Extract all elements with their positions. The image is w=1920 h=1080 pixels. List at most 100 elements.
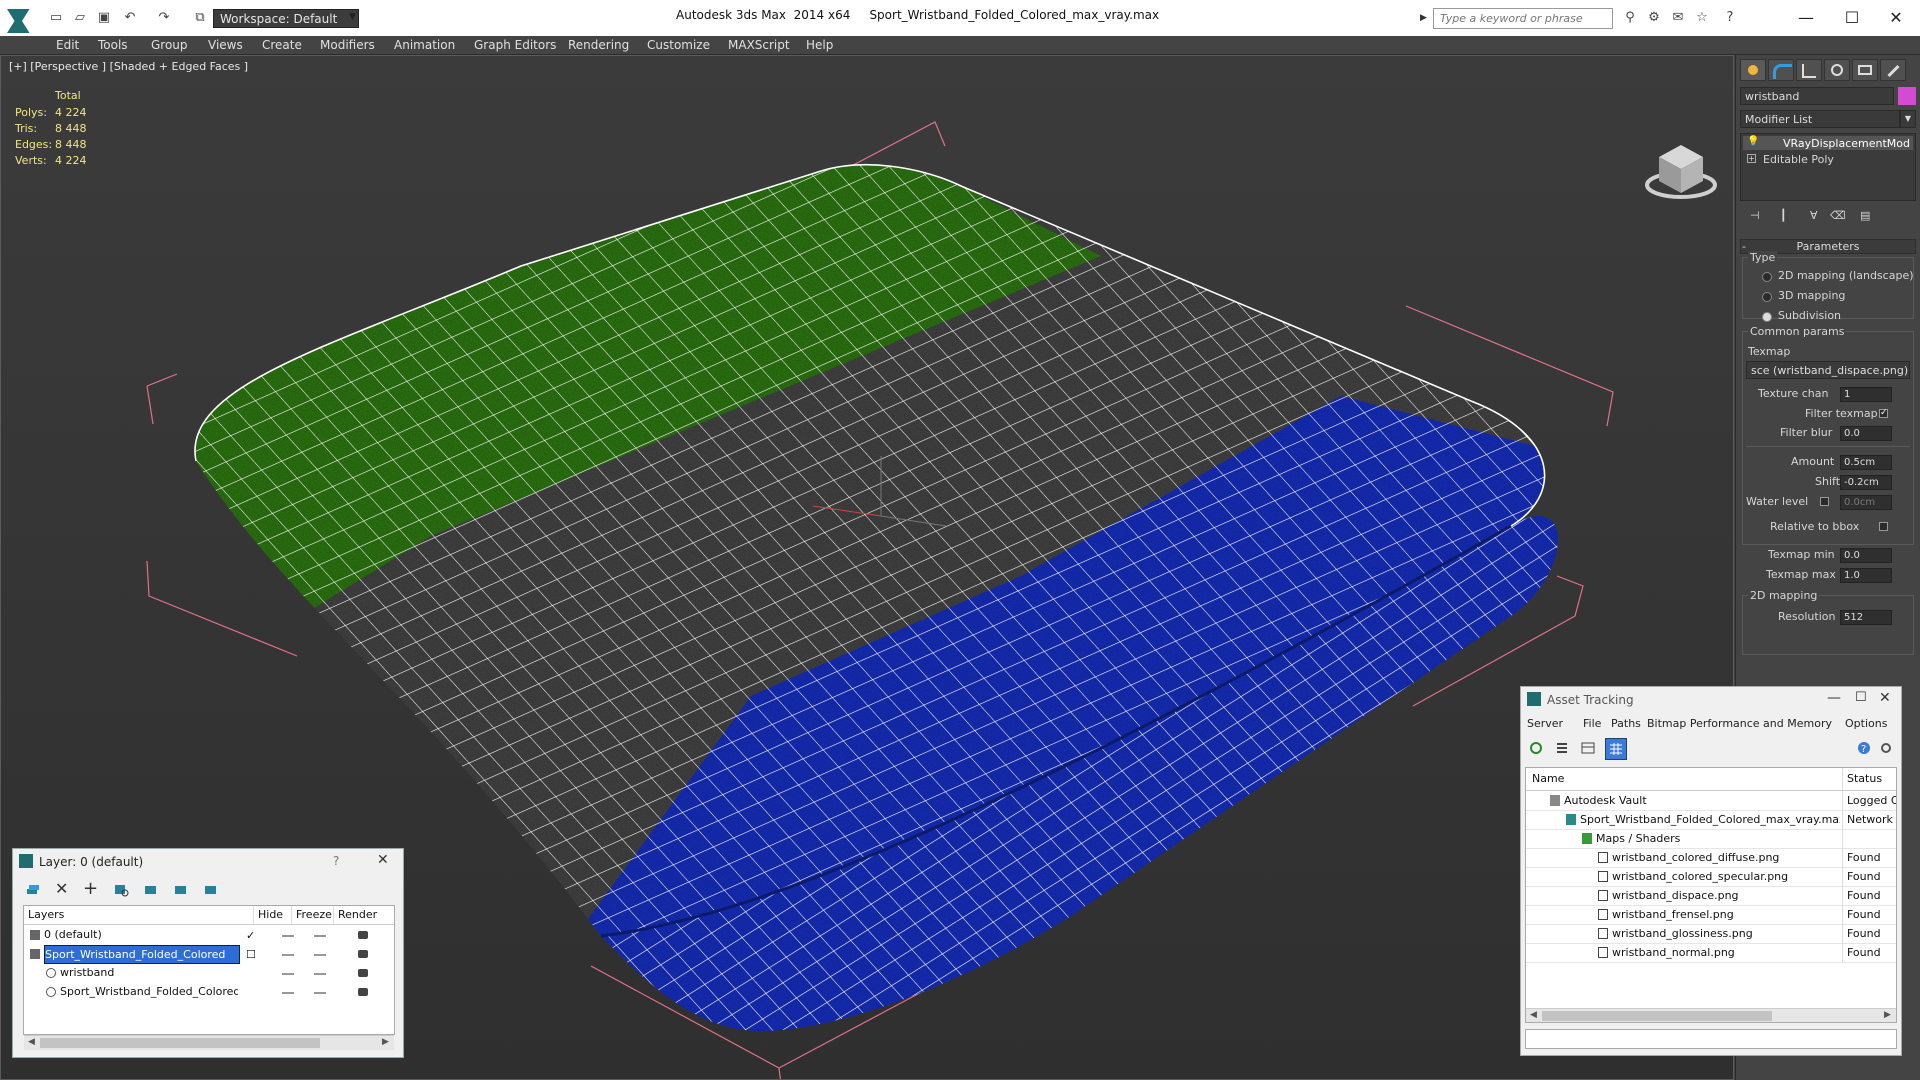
help-icon[interactable]: ? <box>1722 10 1738 26</box>
search-input[interactable]: Type a keyword or phrase <box>1433 8 1613 29</box>
layer-name[interactable]: Sport_Wristband_Folded_Colored <box>44 945 240 964</box>
scroll-left-icon[interactable]: ◀ <box>28 1037 35 1047</box>
menu-item-animation[interactable]: Animation <box>394 38 455 52</box>
texture-chan-spinner[interactable]: 1 <box>1840 387 1892 402</box>
menu-item-graph-editors[interactable]: Graph Editors <box>474 38 556 52</box>
pin-stack-icon[interactable]: ⊣ <box>1750 209 1760 222</box>
texmap-min-spinner[interactable]: 0.0 <box>1840 548 1892 563</box>
column-header-render[interactable]: Render <box>334 906 394 924</box>
select-objects-icon[interactable] <box>113 881 129 897</box>
scroll-thumb[interactable] <box>1542 1011 1772 1021</box>
horizontal-scrollbar[interactable]: ◀ ▶ <box>1526 1008 1896 1022</box>
create-tab[interactable] <box>1740 59 1766 81</box>
type-radio-button[interactable] <box>1762 272 1772 282</box>
layer-row[interactable]: Sport_Wristband_Folded_Colored <box>24 983 394 1002</box>
binoculars-icon[interactable]: ⚲ <box>1622 10 1638 26</box>
freeze-toggle[interactable] <box>314 954 326 956</box>
texmap-max-spinner[interactable]: 1.0 <box>1840 568 1892 583</box>
undo-icon[interactable]: ↶ <box>122 10 138 26</box>
asset-menu-file[interactable]: File <box>1583 717 1601 730</box>
app-logo-icon[interactable] <box>7 9 30 33</box>
settings-icon[interactable] <box>1879 741 1893 755</box>
hierarchy-tab[interactable] <box>1796 59 1822 81</box>
modifier-stack-item-editable-poly[interactable]: + Editable Poly <box>1743 152 1913 166</box>
menu-item-tools[interactable]: Tools <box>98 38 128 52</box>
subscription-icon[interactable]: ⚙ <box>1646 10 1662 26</box>
freeze-toggle[interactable] <box>314 992 326 994</box>
freeze-all-layers-icon[interactable] <box>203 881 219 897</box>
help-icon[interactable]: ? <box>1857 741 1871 755</box>
motion-tab[interactable] <box>1824 59 1850 81</box>
layer-row[interactable]: Sport_Wristband_Folded_Colored ☐ <box>24 945 394 964</box>
asset-menu-paths[interactable]: Paths <box>1611 717 1641 730</box>
asset-row[interactable]: Sport_Wristband_Folded_Colored_max_vray.… <box>1526 810 1896 830</box>
modify-tab[interactable] <box>1768 59 1794 81</box>
type-radio-button[interactable] <box>1762 292 1772 302</box>
remove-modifier-icon[interactable]: ⌫ <box>1830 209 1846 222</box>
menu-item-modifiers[interactable]: Modifiers <box>320 38 375 52</box>
asset-path-field[interactable] <box>1525 1029 1897 1049</box>
asset-menu-bitmap-performance-and-memory[interactable]: Bitmap Performance and Memory <box>1647 717 1832 730</box>
object-name-field[interactable]: wristband <box>1740 87 1894 105</box>
render-teapot-icon[interactable] <box>358 969 368 977</box>
maximize-button[interactable]: ☐ <box>1830 6 1874 30</box>
chevron-down-icon[interactable]: ▼ <box>1900 110 1916 128</box>
menu-item-views[interactable]: Views <box>208 38 243 52</box>
make-unique-icon[interactable]: ∀ <box>1810 209 1818 222</box>
hide-toggle[interactable] <box>282 973 294 975</box>
relative-bbox-checkbox[interactable] <box>1879 522 1888 531</box>
asset-row[interactable]: wristband_frensel.png Found <box>1526 905 1896 925</box>
asset-row[interactable]: Autodesk Vault Logged Ou <box>1526 791 1896 811</box>
open-file-icon[interactable]: ▱ <box>72 10 88 26</box>
render-teapot-icon[interactable] <box>358 988 368 996</box>
lightbulb-icon[interactable]: 💡 <box>1747 136 1759 147</box>
filter-blur-spinner[interactable]: 0.0 <box>1840 426 1892 441</box>
refresh-icon[interactable] <box>1529 741 1543 755</box>
utilities-tab[interactable] <box>1880 59 1906 81</box>
asset-row[interactable]: wristband_normal.png Found <box>1526 943 1896 963</box>
redo-icon[interactable]: ↷ <box>156 10 172 26</box>
hide-toggle[interactable] <box>282 954 294 956</box>
create-layer-icon[interactable] <box>25 881 41 897</box>
scroll-left-icon[interactable]: ◀ <box>1530 1010 1537 1020</box>
show-end-result-icon[interactable]: ┃ <box>1780 209 1787 222</box>
asset-row[interactable]: wristband_colored_diffuse.png Found <box>1526 848 1896 868</box>
type-option-label[interactable]: Subdivision <box>1778 309 1841 322</box>
current-layer-box-icon[interactable]: ☐ <box>246 945 256 964</box>
new-file-icon[interactable]: ▭ <box>48 10 64 26</box>
list-view-icon[interactable] <box>1555 741 1569 755</box>
hide-toggle[interactable] <box>282 935 294 937</box>
water-level-checkbox[interactable] <box>1820 497 1829 506</box>
asset-row[interactable]: wristband_colored_specular.png Found <box>1526 867 1896 887</box>
layer-row[interactable]: 0 (default) ✓ <box>24 926 394 945</box>
menu-item-edit[interactable]: Edit <box>56 38 79 52</box>
menu-item-help[interactable]: Help <box>806 38 833 52</box>
render-teapot-icon[interactable] <box>358 931 368 939</box>
type-radio-button[interactable] <box>1762 312 1772 322</box>
highlight-layer-icon[interactable] <box>143 881 159 897</box>
column-header-freeze[interactable]: Freeze <box>292 906 334 924</box>
column-header-name[interactable]: Name <box>1532 768 1564 790</box>
active-layer-check-icon[interactable]: ✓ <box>246 926 255 945</box>
favorites-star-icon[interactable]: ☆ <box>1694 10 1710 26</box>
display-tab[interactable] <box>1852 59 1878 81</box>
freeze-toggle[interactable] <box>314 935 326 937</box>
communication-icon[interactable]: ✉ <box>1670 10 1686 26</box>
close-button[interactable]: ✕ <box>1874 6 1918 30</box>
layer-name[interactable]: Sport_Wristband_Folded_Colored <box>60 983 238 1000</box>
horizontal-scrollbar[interactable]: ◀ ▶ <box>24 1035 394 1050</box>
resolution-spinner[interactable]: 512 <box>1840 610 1892 625</box>
scroll-thumb[interactable] <box>40 1038 320 1048</box>
freeze-toggle[interactable] <box>314 973 326 975</box>
table-view-icon[interactable] <box>1581 741 1595 755</box>
amount-spinner[interactable]: 0.5cm <box>1840 455 1892 470</box>
asset-row[interactable]: wristband_dispace.png Found <box>1526 886 1896 906</box>
minimize-button[interactable]: — <box>1827 690 1841 706</box>
hide-all-layers-icon[interactable] <box>173 881 189 897</box>
menu-item-create[interactable]: Create <box>262 38 302 52</box>
collapse-minus-icon[interactable]: - <box>1742 240 1746 253</box>
column-header-hide[interactable]: Hide <box>254 906 292 924</box>
column-header-status[interactable]: Status <box>1842 768 1896 790</box>
type-option-label[interactable]: 3D mapping <box>1778 289 1845 302</box>
maximize-button[interactable]: ☐ <box>1855 690 1867 705</box>
